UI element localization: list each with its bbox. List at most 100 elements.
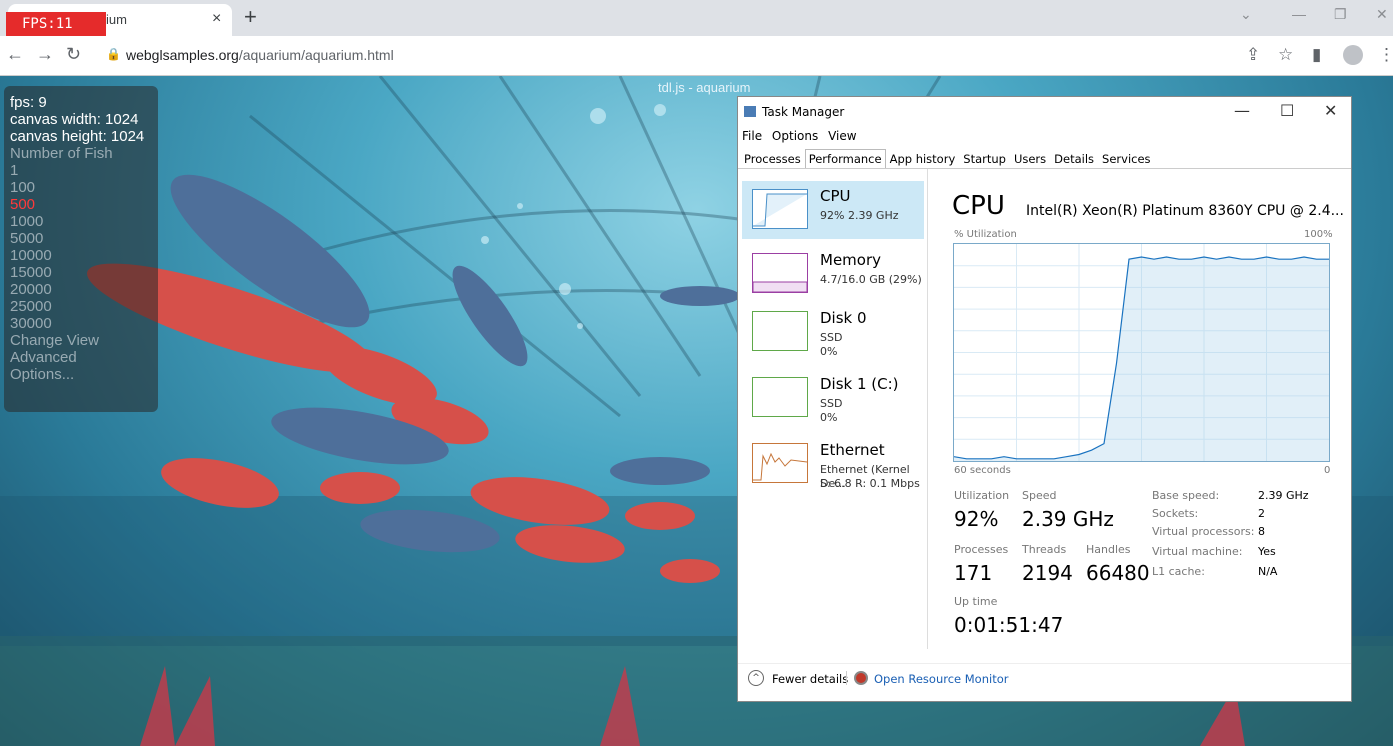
bookmark-star-icon[interactable]: ☆ (1278, 45, 1293, 65)
fewer-details-button[interactable]: Fewer details (772, 672, 848, 686)
fish-option[interactable]: 1000 (10, 213, 152, 230)
menu-kebab-icon[interactable]: ⋮ (1378, 45, 1393, 65)
tab-performance[interactable]: Performance (804, 149, 886, 169)
fps-readout: fps: 9 (10, 94, 47, 111)
disk0-thumbnail (752, 311, 808, 351)
minimize-icon[interactable]: — (1292, 6, 1306, 22)
base-speed-label: Base speed: (1152, 489, 1220, 502)
url-path: /aquarium/aquarium.html (238, 47, 394, 63)
handles-label: Handles (1086, 543, 1131, 556)
back-icon[interactable]: ← (6, 44, 24, 65)
share-icon[interactable]: ⇪ (1246, 45, 1260, 65)
tab-startup[interactable]: Startup (959, 149, 1010, 169)
resource-name: CPU (820, 187, 851, 205)
sockets-label: Sockets: (1152, 507, 1199, 520)
resource-name: Disk 0 (820, 309, 867, 327)
cpu-thumbnail (752, 189, 808, 229)
threads-label: Threads (1022, 543, 1067, 556)
profile-avatar[interactable] (1343, 45, 1363, 65)
resource-memory[interactable]: Memory 4.7/16.0 GB (29%) (742, 245, 924, 303)
resource-cpu[interactable]: CPU 92% 2.39 GHz (742, 181, 924, 239)
forward-icon[interactable]: → (36, 44, 54, 65)
task-manager-window: Task Manager — ☐ ✕ File Options View Pro… (737, 96, 1352, 702)
reload-icon[interactable]: ↻ (66, 44, 81, 65)
advanced-link[interactable]: Advanced (10, 349, 152, 366)
speed-label: Speed (1022, 489, 1057, 502)
resource-detail: 4.7/16.0 GB (29%) (820, 273, 922, 286)
fish-option[interactable]: 20000 (10, 281, 152, 298)
fish-option-selected[interactable]: 500 (10, 196, 152, 213)
resource-monitor-icon (854, 671, 868, 685)
speed-value: 2.39 GHz (1022, 507, 1114, 531)
tm-close-icon[interactable]: ✕ (1324, 101, 1337, 120)
fish-option[interactable]: 10000 (10, 247, 152, 264)
resource-disk0[interactable]: Disk 0 SSD 0% (742, 303, 924, 361)
url-field[interactable]: webglsamples.org/aquarium/aquarium.html (126, 47, 394, 63)
menu-view[interactable]: View (828, 129, 856, 143)
processes-label: Processes (954, 543, 1009, 556)
scene-title: tdl.js - aquarium (658, 80, 751, 95)
lock-icon[interactable]: 🔒 (106, 47, 121, 61)
uptime-value: 0:01:51:47 (954, 613, 1064, 637)
footer-separator (846, 671, 847, 685)
canvas-height-readout: canvas height: 1024 (10, 128, 145, 145)
task-manager-icon (744, 106, 756, 117)
cpu-graph-svg (953, 244, 1329, 461)
graph-time-start: 60 seconds (954, 465, 1011, 476)
change-view-link[interactable]: Change View (10, 332, 152, 349)
utilization-axis-max: 100% (1304, 229, 1333, 240)
options-link[interactable]: Options... (10, 366, 152, 383)
chevron-up-icon[interactable]: ^ (748, 670, 764, 686)
fish-option[interactable]: 15000 (10, 264, 152, 281)
resource-list: CPU 92% 2.39 GHz Memory 4.7/16.0 GB (29%… (738, 169, 928, 649)
uptime-label: Up time (954, 595, 998, 608)
resource-disk1[interactable]: Disk 1 (C:) SSD 0% (742, 369, 924, 427)
tab-close-icon[interactable]: × (212, 10, 221, 28)
tm-tabs: Processes Performance App history Startu… (740, 149, 1155, 169)
fish-option[interactable]: 5000 (10, 230, 152, 247)
tm-minimize-icon[interactable]: — (1234, 101, 1250, 120)
address-bar-row: ← → ↻ 🔒 webglsamples.org/aquarium/aquari… (0, 36, 1393, 76)
cpu-detail-panel: CPU Intel(R) Xeon(R) Platinum 8360Y CPU … (938, 169, 1348, 649)
tab-processes[interactable]: Processes (740, 149, 805, 169)
footer-divider (738, 663, 1351, 664)
fish-option[interactable]: 1 (10, 162, 152, 179)
new-tab-icon[interactable]: + (244, 4, 257, 30)
resource-name: Memory (820, 251, 882, 269)
resource-detail: SSD (820, 331, 843, 344)
resource-name: Ethernet (820, 441, 885, 459)
graph-time-end: 0 (1324, 465, 1331, 476)
tab-app-history[interactable]: App history (886, 149, 960, 169)
tab-details[interactable]: Details (1050, 149, 1098, 169)
menu-file[interactable]: File (742, 129, 762, 143)
processes-value: 171 (954, 561, 993, 585)
resource-detail: 0% (820, 345, 838, 358)
restore-icon[interactable]: ❐ (1334, 6, 1347, 23)
task-manager-title: Task Manager (762, 105, 845, 119)
handles-value: 66480 (1086, 561, 1150, 585)
tab-users[interactable]: Users (1010, 149, 1050, 169)
stats-panel: fps: 9 canvas width: 1024 canvas height:… (4, 86, 158, 412)
tm-menu-bar: File Options View (742, 129, 863, 143)
l1-cache-value: N/A (1258, 565, 1278, 578)
tab-search-icon[interactable]: ⌄ (1240, 6, 1252, 23)
memory-thumbnail (752, 253, 808, 293)
tab-services[interactable]: Services (1098, 149, 1155, 169)
utilization-label: Utilization (954, 489, 1010, 502)
disk1-thumbnail (752, 377, 808, 417)
l1-cache-label: L1 cache: (1152, 565, 1205, 578)
cpu-utilization-graph (953, 243, 1330, 462)
menu-options[interactable]: Options (772, 129, 818, 143)
side-panel-icon[interactable]: ▮ (1312, 45, 1321, 65)
virtual-machine-label: Virtual machine: (1152, 545, 1243, 558)
fish-option[interactable]: 25000 (10, 298, 152, 315)
fish-option[interactable]: 30000 (10, 315, 152, 332)
open-resource-monitor-link[interactable]: Open Resource Monitor (874, 672, 1008, 686)
resource-detail: 92% 2.39 GHz (820, 209, 899, 222)
fish-option[interactable]: 100 (10, 179, 152, 196)
resource-ethernet[interactable]: Ethernet Ethernet (Kernel De... S: 6.8 R… (742, 435, 924, 493)
cpu-heading: CPU (952, 191, 1005, 221)
utilization-axis-label: % Utilization (954, 229, 1017, 240)
tm-maximize-icon[interactable]: ☐ (1280, 101, 1294, 120)
close-window-icon[interactable]: ✕ (1376, 6, 1388, 23)
